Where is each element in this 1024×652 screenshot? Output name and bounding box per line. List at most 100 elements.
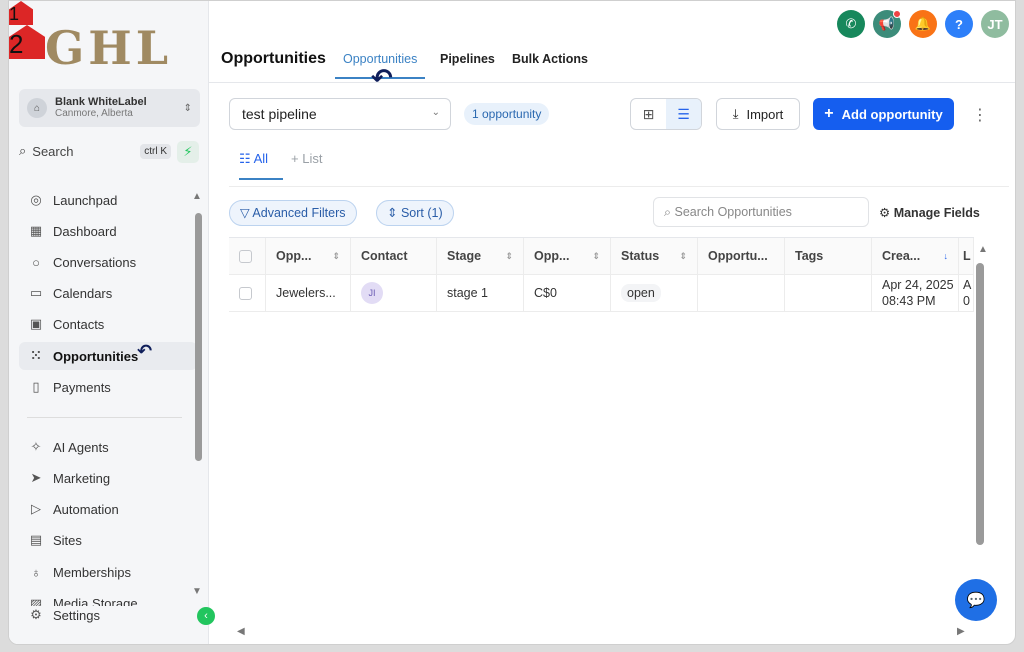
sidebar-item-settings[interactable]: ⚙ Settings [19,601,197,629]
help-icon[interactable]: ? [945,10,973,38]
search-icon: ⌕ [19,143,27,158]
list-icon: ☷ [239,151,254,166]
opportunities-table: Opp... ⇕ Contact Stage ⇕ Opp... ⇕ Status ⇕ O… [229,237,974,312]
sidebar-scrollbar[interactable] [195,213,202,461]
rocket-icon: ◎ [30,192,42,207]
import-button[interactable]: ⤓ Import [716,98,800,130]
annotation-arrow-icon: ↶ [371,63,393,93]
chevron-down-icon: ⌄ [431,107,440,118]
column-header[interactable]: Stage ⇕ [437,238,524,274]
sidebar-item-ai-agents[interactable]: ✧ AI Agents [19,433,197,461]
manage-fields-button[interactable]: ⚙ Manage Fields [879,205,980,220]
scroll-right-icon[interactable]: ▶ [957,626,965,637]
select-all-checkbox[interactable] [229,238,266,274]
scroll-up-icon[interactable]: ▲ [978,244,988,255]
scroll-left-icon[interactable]: ◀ [237,626,245,637]
column-header[interactable]: Opp... ⇕ [524,238,611,274]
search-icon: ⌕ [664,205,675,219]
app-window: GHL ⌂ Blank WhiteLabel Canmore, Alberta … [8,0,1016,645]
sidebar-search[interactable]: ⌕ Search ctrl K [19,140,171,162]
sidebar-divider [27,417,182,418]
status-badge: open [621,284,661,302]
user-avatar[interactable]: JT [981,10,1009,38]
megaphone-icon[interactable]: 📢 [873,10,901,38]
contacts-icon: ▣ [29,316,43,331]
notification-dot [893,10,901,18]
gear-icon: ⚙ [30,607,42,622]
account-name: Blank WhiteLabel [55,96,147,108]
opportunity-cell [698,275,785,311]
tab-bulk-actions[interactable]: Bulk Actions [512,52,588,66]
view-toggle: ⊞ ☰ [630,98,702,130]
phone-icon[interactable]: ✆ [837,10,865,38]
list-view-icon[interactable]: ☰ [666,99,701,129]
collapse-sidebar-icon[interactable]: ‹ [197,607,215,625]
add-list-tab[interactable]: + List [291,151,322,166]
sort-icon: ⇕ [679,250,687,261]
scroll-down-icon[interactable]: ▼ [192,586,202,597]
column-header[interactable]: Crea... ↓ [872,238,959,274]
add-opportunity-button[interactable]: + Add opportunity [813,98,954,130]
tab-all[interactable]: ☷ All [239,151,268,167]
quick-action-icon[interactable]: ⚡ [177,141,199,163]
location-icon: ⌂ [27,98,47,118]
sort-button[interactable]: ⇕ Sort (1) [376,200,454,226]
chevron-updown-icon: ⇕ [183,102,192,114]
scroll-up-icon[interactable]: ▲ [192,191,202,202]
header-actions: ✆ 📢 🔔 ? JT [837,10,1009,38]
sidebar-item-sites[interactable]: ▤ Sites [19,526,197,554]
search-label: Search [32,143,74,159]
opportunity-name[interactable]: Jewelers... [266,275,351,311]
bell-icon[interactable]: 🔔 [909,10,937,38]
sidebar-item-automation[interactable]: ▷ Automation [19,495,197,523]
advanced-filters-button[interactable]: ▽ Advanced Filters [229,200,357,226]
sidebar-item-payments[interactable]: ▯ Payments [19,373,197,401]
tab-pipelines[interactable]: Pipelines [440,52,495,66]
contact-cell[interactable]: JI [351,275,437,311]
sort-icon: ⇕ [505,250,513,261]
chat-widget-icon[interactable]: 💬 [955,579,997,621]
sidebar-item-contacts[interactable]: ▣ Contacts [19,310,197,338]
send-icon: ➤ [30,470,42,485]
more-options-icon[interactable]: ⋮ [972,105,988,125]
active-list-underline [239,178,283,180]
account-switcher[interactable]: ⌂ Blank WhiteLabel Canmore, Alberta ⇕ [19,89,200,127]
row-checkbox[interactable] [229,275,266,311]
annotation-arrow-icon: ↶ [137,341,153,361]
sort-icon: ⇕ [387,206,401,220]
pipeline-select[interactable]: test pipeline ⌄ [229,98,451,130]
calendar-icon: ▭ [29,285,43,300]
stage-cell: stage 1 [437,275,524,311]
sidebar-item-calendars[interactable]: ▭ Calendars [19,279,197,307]
sidebar-item-launchpad[interactable]: ◎ Launchpad [19,186,197,214]
sidebar-item-opportunities[interactable]: ⁙ Opportunities [19,342,197,370]
table-row[interactable]: Jewelers... JI stage 1 C$0 open Apr 24, … [229,275,974,312]
chat-icon: ○ [32,254,40,270]
column-header[interactable]: Contact [351,238,437,274]
sidebar-item-marketing[interactable]: ➤ Marketing [19,464,197,492]
sites-icon: ▤ [29,532,43,547]
table-header-row: Opp... ⇕ Contact Stage ⇕ Opp... ⇕ Status ⇕ O… [229,238,974,275]
gear-icon: ⚙ [879,206,894,220]
column-header[interactable]: Opp... ⇕ [266,238,351,274]
column-header[interactable]: Tags [785,238,872,274]
plus-icon: + [824,105,834,122]
sidebar-item-dashboard[interactable]: ▦ Dashboard [19,217,197,245]
sort-icon: ⇕ [592,250,600,261]
sidebar: GHL ⌂ Blank WhiteLabel Canmore, Alberta … [9,1,209,644]
grid-icon: ▦ [29,223,43,238]
search-opportunities-input[interactable]: ⌕ Search Opportunities [653,197,869,227]
contact-avatar: JI [361,282,383,304]
column-header[interactable]: L [959,238,974,274]
tags-cell [785,275,872,311]
column-header[interactable]: Status ⇕ [611,238,698,274]
sidebar-item-memberships[interactable]: ♁ Memberships [19,558,197,586]
table-scrollbar[interactable] [976,263,984,545]
column-header[interactable]: Opportu... [698,238,785,274]
sort-down-icon: ↓ [943,251,949,261]
sidebar-item-conversations[interactable]: ○ Conversations [19,248,197,276]
grid-view-icon[interactable]: ⊞ [631,99,666,129]
funnel-icon: ⁙ [30,348,42,363]
status-cell: open [611,275,698,311]
top-header: Opportunities Opportunities Pipelines Bu… [209,1,1015,83]
